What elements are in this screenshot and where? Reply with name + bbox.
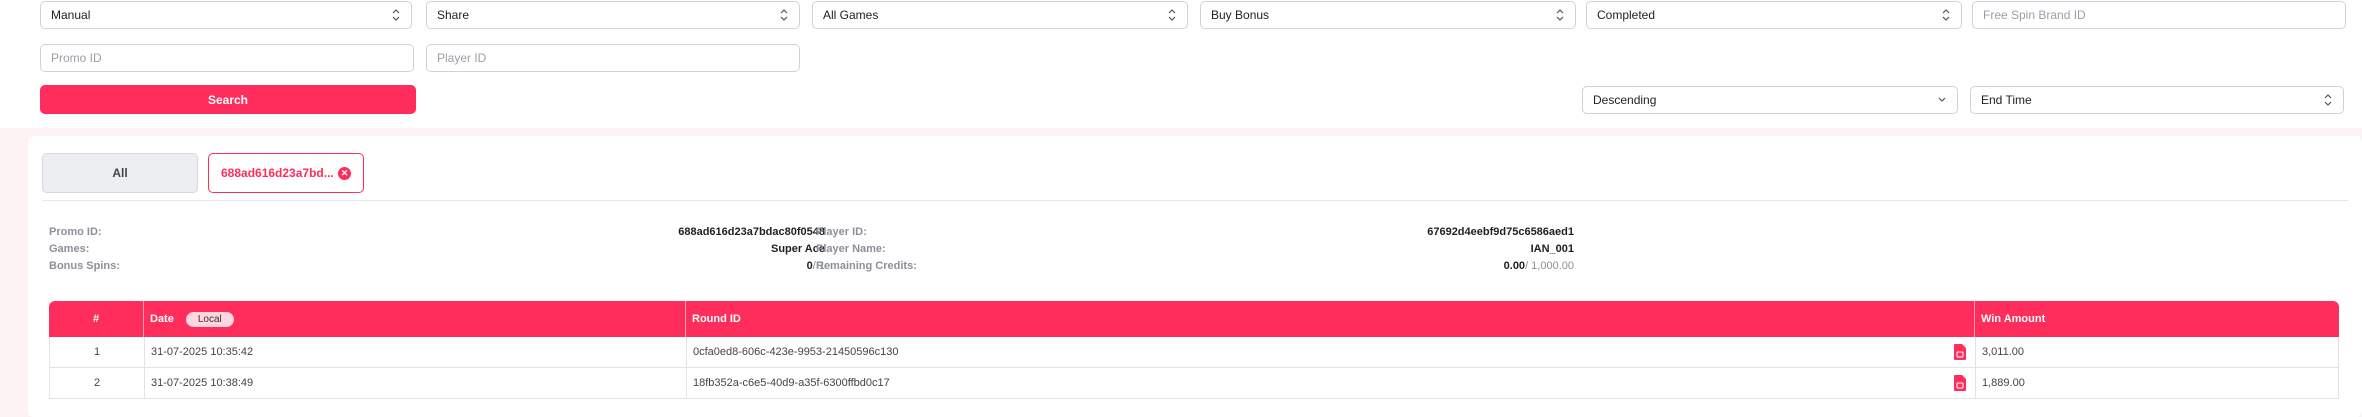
remaining-credits-used: 0.00	[1503, 260, 1526, 272]
remaining-credits-value: 0.00/ 1,000.00	[1504, 260, 1574, 272]
sort-field-select[interactable]: End Time	[1970, 86, 2344, 114]
close-circle-icon[interactable]: ✕	[338, 166, 351, 180]
free-spin-brand-id-input[interactable]: Free Spin Brand ID	[1972, 1, 2346, 29]
header-index: #	[92, 313, 100, 325]
cell-index: 1	[93, 346, 101, 358]
share-select-value: Share	[437, 8, 470, 22]
tab-promo-filter[interactable]: 688ad616d23a7bd... ✕	[208, 153, 364, 193]
header-date: Date Local	[150, 301, 234, 337]
promo-id-label: Promo ID:	[49, 226, 102, 238]
cell-date: 31-07-2025 10:38:49	[151, 377, 254, 389]
mode-select[interactable]: Manual	[40, 1, 412, 29]
document-icon[interactable]	[1954, 375, 1966, 391]
chevron-updown-icon	[2323, 93, 2333, 107]
share-select[interactable]: Share	[426, 1, 800, 29]
free-spin-brand-id-placeholder: Free Spin Brand ID	[1983, 8, 2086, 22]
table-header: # Date Local Round ID Win Amount	[49, 301, 2339, 337]
promo-id-input[interactable]: Promo ID	[40, 44, 414, 72]
remaining-credits-total: / 1,000.00	[1525, 260, 1574, 272]
player-details: Player ID: 67692d4eebf9d75c6586aed1 Play…	[816, 226, 1574, 276]
local-badge[interactable]: Local	[185, 311, 234, 327]
status-select-value: Completed	[1597, 8, 1656, 22]
cell-index: 2	[93, 377, 101, 389]
tab-promo-filter-label: 688ad616d23a7bd...	[221, 166, 334, 180]
search-button[interactable]: Search	[40, 85, 416, 114]
player-name-value: IAN_001	[1530, 243, 1574, 255]
status-select[interactable]: Completed	[1586, 1, 1962, 29]
table-row[interactable]: 2 31-07-2025 10:38:49 18fb352a-c6e5-40d9…	[49, 368, 2339, 399]
chevron-updown-icon	[1167, 8, 1177, 22]
tab-all[interactable]: All	[42, 153, 198, 193]
chevron-updown-icon	[1941, 8, 1951, 22]
chevron-updown-icon	[779, 8, 789, 22]
promo-id-value: 688ad616d23a7bdac80f0548	[678, 226, 825, 238]
sort-order-value: Descending	[1593, 93, 1657, 107]
promo-details: Promo ID: 688ad616d23a7bdac80f0548 Games…	[49, 226, 825, 276]
player-id-placeholder: Player ID	[437, 51, 487, 65]
cell-win-amount: 1,889.00	[1982, 377, 2025, 389]
chevron-updown-icon	[1555, 8, 1565, 22]
player-id-input[interactable]: Player ID	[426, 44, 800, 72]
games-select-value: All Games	[823, 8, 879, 22]
sort-order-select[interactable]: Descending	[1582, 86, 1958, 114]
document-icon[interactable]	[1954, 344, 1966, 360]
header-win-amount: Win Amount	[1981, 313, 2046, 325]
chevron-down-icon	[1937, 93, 1947, 107]
player-id-label: Player ID:	[816, 226, 867, 238]
bonus-type-select[interactable]: Buy Bonus	[1200, 1, 1576, 29]
divider	[42, 200, 2348, 201]
cell-round-id: 18fb352a-c6e5-40d9-a35f-6300ffbd0c17	[693, 377, 890, 389]
player-id-value: 67692d4eebf9d75c6586aed1	[1427, 226, 1574, 238]
remaining-credits-label: Remaining Credits:	[816, 260, 917, 272]
games-select[interactable]: All Games	[812, 1, 1188, 29]
cell-date: 31-07-2025 10:35:42	[151, 346, 254, 358]
player-name-label: Player Name:	[816, 243, 886, 255]
games-label: Games:	[49, 243, 90, 255]
bonus-type-select-value: Buy Bonus	[1211, 8, 1270, 22]
header-date-label: Date	[150, 313, 174, 325]
results-panel: All 688ad616d23a7bd... ✕ Promo ID: 688ad…	[28, 136, 2362, 417]
cell-win-amount: 3,011.00	[1982, 346, 2025, 358]
rounds-table: # Date Local Round ID Win Amount 1 31-07…	[49, 301, 2339, 399]
cell-round-id: 0cfa0ed8-606c-423e-9953-21450596c130	[693, 346, 899, 358]
sort-field-value: End Time	[1981, 93, 2032, 107]
table-row[interactable]: 1 31-07-2025 10:35:42 0cfa0ed8-606c-423e…	[49, 337, 2339, 368]
mode-select-value: Manual	[51, 8, 91, 22]
chevron-updown-icon	[391, 8, 401, 22]
bonus-spins-label: Bonus Spins:	[49, 260, 120, 272]
header-round-id: Round ID	[692, 313, 741, 325]
filter-bar: Manual Share All Games Buy Bonus Complet…	[0, 0, 2362, 128]
promo-id-placeholder: Promo ID	[51, 51, 102, 65]
